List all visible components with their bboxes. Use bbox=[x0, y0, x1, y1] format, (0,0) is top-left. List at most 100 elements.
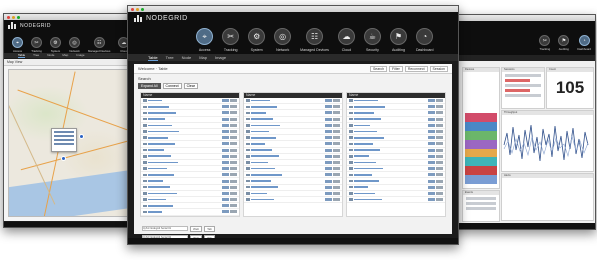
session-buttons[interactable] bbox=[428, 99, 443, 103]
table-row[interactable] bbox=[141, 209, 239, 216]
session-buttons[interactable] bbox=[325, 154, 340, 158]
tab-image[interactable]: Image bbox=[215, 54, 226, 61]
session-buttons[interactable] bbox=[325, 130, 340, 134]
nav-network[interactable]: ◎ Network bbox=[274, 28, 292, 52]
nav-dashboard[interactable]: ◔ Dashboard bbox=[577, 35, 591, 51]
session-buttons[interactable] bbox=[325, 148, 340, 152]
session-buttons[interactable] bbox=[325, 105, 340, 109]
nav-system[interactable]: ⚙ System bbox=[248, 28, 266, 52]
session-buttons[interactable] bbox=[428, 136, 443, 140]
session-buttons[interactable] bbox=[222, 198, 237, 202]
session-buttons[interactable] bbox=[325, 123, 340, 127]
close-dot[interactable] bbox=[7, 15, 10, 19]
tab-tree[interactable]: Tree bbox=[33, 53, 39, 58]
session-buttons[interactable] bbox=[222, 154, 237, 158]
session-buttons[interactable] bbox=[325, 173, 340, 177]
session-buttons[interactable] bbox=[222, 204, 237, 208]
nav-managed[interactable]: ☷ Managed Devices bbox=[88, 37, 110, 53]
nav-dashboard[interactable]: ◔ Dashboard bbox=[416, 28, 434, 52]
tab-table[interactable]: Table bbox=[18, 53, 26, 58]
session-buttons[interactable] bbox=[325, 198, 340, 202]
minimize-dot[interactable] bbox=[136, 7, 139, 11]
table-row[interactable] bbox=[347, 197, 445, 204]
session-buttons[interactable] bbox=[222, 99, 237, 103]
nav-tracking[interactable]: ✂ Tracking bbox=[31, 37, 42, 53]
session-buttons[interactable] bbox=[222, 117, 237, 121]
tab-button[interactable]: Tab bbox=[204, 225, 215, 232]
session-buttons[interactable] bbox=[428, 191, 443, 195]
nav-network[interactable]: ◎ Network bbox=[69, 37, 80, 53]
tab-image[interactable]: Image bbox=[76, 53, 84, 58]
session-button[interactable]: Session bbox=[429, 65, 448, 72]
maximize-dot[interactable] bbox=[141, 7, 144, 11]
session-buttons[interactable] bbox=[428, 173, 443, 177]
nav-cloud[interactable]: ☁ Cloud bbox=[337, 28, 355, 52]
session-buttons[interactable] bbox=[325, 99, 340, 103]
session-buttons[interactable] bbox=[325, 191, 340, 195]
nav-auditing[interactable]: ⚑ Auditing bbox=[558, 35, 570, 51]
session-buttons[interactable] bbox=[222, 136, 237, 140]
session-buttons[interactable] bbox=[428, 198, 443, 202]
session-buttons[interactable] bbox=[222, 191, 237, 195]
session-buttons[interactable] bbox=[325, 111, 340, 115]
minimize-dot[interactable] bbox=[12, 15, 15, 19]
reconnect-button[interactable]: Reconnect bbox=[404, 65, 428, 72]
nav-system[interactable]: ⚙ System bbox=[50, 37, 61, 53]
session-buttons[interactable] bbox=[428, 185, 443, 189]
web-button[interactable]: Web bbox=[190, 225, 203, 232]
clear-button[interactable]: Clear bbox=[183, 83, 198, 89]
session-buttons[interactable] bbox=[428, 123, 443, 127]
search-button[interactable]: Search bbox=[369, 65, 388, 72]
session-buttons[interactable] bbox=[325, 142, 340, 146]
close-dot[interactable] bbox=[131, 7, 134, 11]
session-buttons[interactable] bbox=[222, 123, 237, 127]
nav-tracking[interactable]: ✂ Tracking bbox=[222, 28, 240, 52]
tab-table[interactable]: Table bbox=[148, 54, 158, 61]
session-buttons[interactable] bbox=[222, 185, 237, 189]
session-buttons[interactable] bbox=[325, 179, 340, 183]
nav-access[interactable]: ⌖ Access bbox=[196, 28, 214, 52]
tab-tree[interactable]: Tree bbox=[166, 54, 174, 61]
session-buttons[interactable] bbox=[222, 173, 237, 177]
connect-button[interactable]: Connect bbox=[162, 83, 182, 89]
nav-managed[interactable]: ☷ Managed Devices bbox=[300, 28, 329, 52]
device-map[interactable] bbox=[8, 69, 134, 217]
maximize-dot[interactable] bbox=[17, 15, 20, 19]
session-buttons[interactable] bbox=[222, 105, 237, 109]
tab-node[interactable]: Node bbox=[182, 54, 192, 61]
nav-access[interactable]: ⌖ Access bbox=[12, 37, 23, 53]
session-buttons[interactable] bbox=[222, 179, 237, 183]
session-buttons[interactable] bbox=[428, 154, 443, 158]
tab-map[interactable]: Map bbox=[62, 53, 68, 58]
session-buttons[interactable] bbox=[428, 160, 443, 164]
session-buttons[interactable] bbox=[325, 167, 340, 171]
session-buttons[interactable] bbox=[222, 111, 237, 115]
table-row[interactable] bbox=[244, 197, 342, 204]
nav-auditing[interactable]: ⚑ Auditing bbox=[389, 28, 407, 52]
map-pin[interactable] bbox=[61, 156, 66, 161]
map-pin[interactable] bbox=[79, 134, 84, 139]
expand-all-button[interactable]: Expand All bbox=[138, 83, 161, 89]
session-buttons[interactable] bbox=[428, 167, 443, 171]
session-buttons[interactable] bbox=[428, 105, 443, 109]
extra-device-row[interactable]: ttyS1 Nodegrid Serial 01 Web Tab bbox=[134, 223, 452, 232]
session-buttons[interactable] bbox=[222, 210, 237, 214]
session-buttons[interactable] bbox=[222, 142, 237, 146]
tab-map[interactable]: Map bbox=[199, 54, 207, 61]
session-buttons[interactable] bbox=[428, 117, 443, 121]
session-buttons[interactable] bbox=[428, 111, 443, 115]
filter-button[interactable]: Filter bbox=[389, 65, 403, 72]
nav-tracking[interactable]: ✂ Tracking bbox=[539, 35, 551, 51]
session-buttons[interactable] bbox=[428, 179, 443, 183]
session-buttons[interactable] bbox=[325, 160, 340, 164]
session-buttons[interactable] bbox=[325, 136, 340, 140]
session-buttons[interactable] bbox=[222, 130, 237, 134]
session-buttons[interactable] bbox=[222, 160, 237, 164]
session-buttons[interactable] bbox=[428, 130, 443, 134]
nav-security[interactable]: ☕ Security bbox=[363, 28, 381, 52]
session-buttons[interactable] bbox=[222, 167, 237, 171]
session-buttons[interactable] bbox=[325, 185, 340, 189]
tab-node[interactable]: Node bbox=[47, 53, 54, 58]
session-buttons[interactable] bbox=[428, 142, 443, 146]
session-buttons[interactable] bbox=[222, 148, 237, 152]
